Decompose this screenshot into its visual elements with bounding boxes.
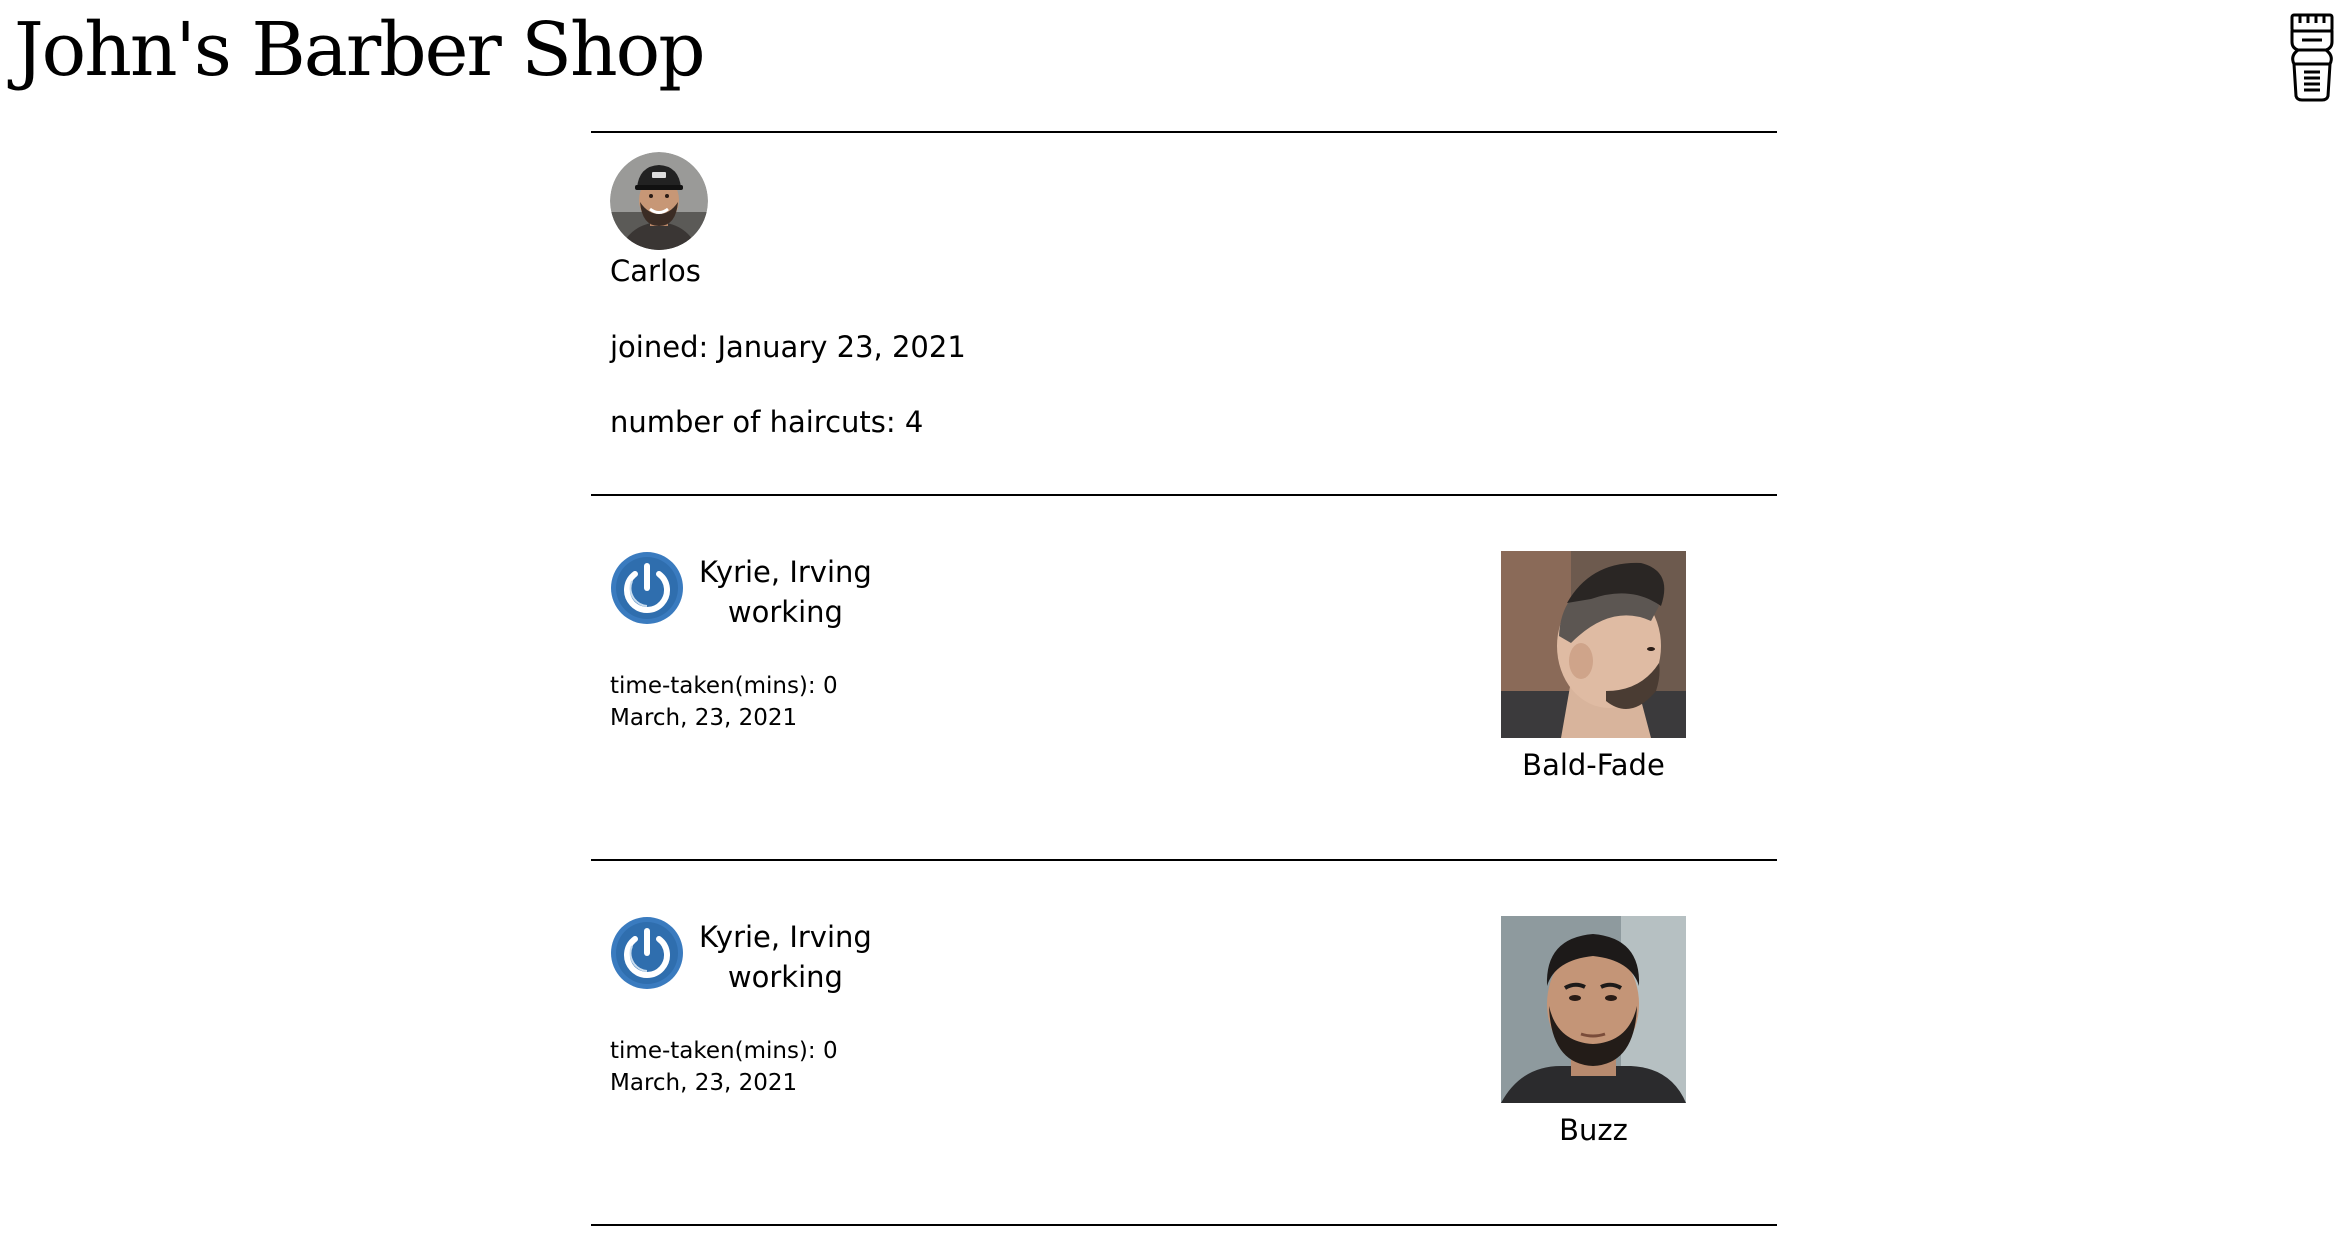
barber-status: working <box>727 960 843 994</box>
barber-info: Kyrie, Irving working <box>699 552 872 632</box>
time-taken: time-taken(mins): 0 <box>610 673 838 699</box>
time-taken: time-taken(mins): 0 <box>610 1038 838 1064</box>
haircut-style-label: Buzz <box>1559 1113 1628 1147</box>
barber-name: Kyrie, Irving <box>699 555 872 589</box>
barber-status: working <box>727 595 843 629</box>
appointment-date: March, 23, 2021 <box>610 1070 798 1096</box>
customer-name: Carlos <box>610 254 701 288</box>
haircut-style-label: Bald-Fade <box>1522 748 1665 782</box>
divider <box>591 131 1777 133</box>
barber-info: Kyrie, Irving working <box>699 917 872 997</box>
site-title[interactable]: John's Barber Shop <box>14 6 706 95</box>
haircut-count: number of haircuts: 4 <box>610 405 924 439</box>
customer-avatar <box>610 152 708 250</box>
haircut-photo[interactable] <box>1501 551 1686 738</box>
hair-clipper-icon[interactable] <box>2284 12 2340 102</box>
appointment-card[interactable]: Kyrie, Irving working time-taken(mins): … <box>591 496 1777 860</box>
appointment-card[interactable]: Kyrie, Irving working time-taken(mins): … <box>591 861 1777 1225</box>
appointment-date: March, 23, 2021 <box>610 705 798 731</box>
haircut-photo[interactable] <box>1501 916 1686 1103</box>
joined-date: joined: January 23, 2021 <box>610 330 966 364</box>
barber-name: Kyrie, Irving <box>699 920 872 954</box>
power-icon[interactable] <box>610 916 684 990</box>
power-icon[interactable] <box>610 551 684 625</box>
